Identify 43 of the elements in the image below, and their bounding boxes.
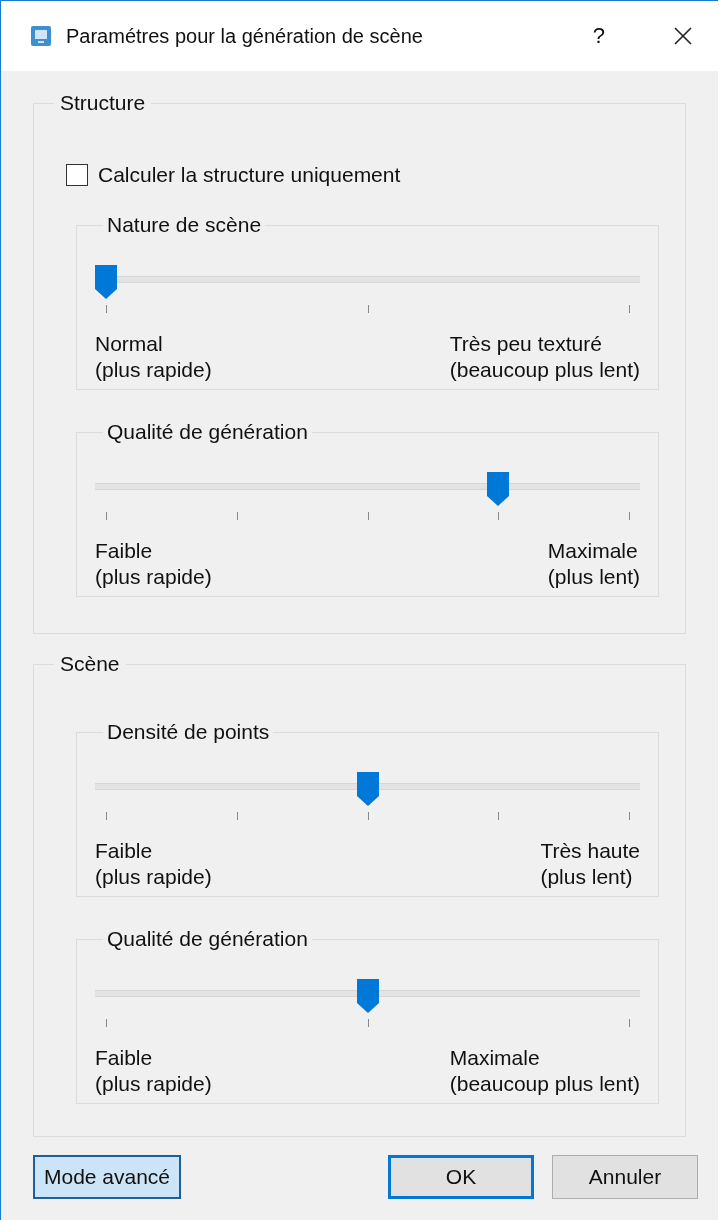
- tick-mark: [629, 812, 630, 820]
- tick-mark: [629, 1019, 630, 1027]
- slider-max-label: Maximale (plus lent): [547, 538, 640, 590]
- group-title: Structure: [59, 91, 147, 115]
- checkbox-label: Calculer la structure uniquement: [98, 163, 401, 187]
- slider-min-label: Faible (plus rapide): [95, 838, 212, 890]
- slider-min-label: Faible (plus rapide): [95, 1045, 212, 1097]
- slider-thumb[interactable]: [356, 979, 379, 1013]
- dialog-button[interactable]: Mode avancé: [33, 1155, 181, 1199]
- slider-max-label: Très haute (plus lent): [540, 838, 640, 890]
- help-button[interactable]: ?: [592, 23, 605, 49]
- slider-title: Densité de points: [106, 720, 271, 744]
- tick-mark: [367, 1019, 369, 1027]
- window-title: Paramétres pour la génération de scène: [66, 24, 424, 48]
- tick-mark: [236, 812, 238, 820]
- group-title: Scène: [59, 652, 121, 676]
- tick-mark: [367, 305, 369, 313]
- dialog-button[interactable]: OK: [388, 1155, 534, 1199]
- checkbox[interactable]: [66, 164, 88, 186]
- tick-mark: [367, 512, 369, 520]
- tick-mark: [367, 812, 369, 820]
- tick-mark: [106, 305, 107, 313]
- tick-mark: [236, 512, 238, 520]
- slider-thumb[interactable]: [95, 265, 117, 299]
- slider-max-label: Maximale (beaucoup plus lent): [449, 1045, 640, 1097]
- tick-mark: [498, 812, 500, 820]
- slider-thumb[interactable]: [356, 772, 379, 806]
- tick-mark: [106, 812, 107, 820]
- slider-min-label: Faible (plus rapide): [95, 538, 212, 590]
- tick-mark: [106, 1019, 107, 1027]
- app-icon: [30, 25, 52, 47]
- slider-title: Qualité de génération: [106, 927, 309, 951]
- close-icon[interactable]: [673, 26, 693, 46]
- slider-title: Nature de scène: [106, 213, 263, 237]
- slider-max-label: Très peu texturé (beaucoup plus lent): [449, 331, 640, 383]
- slider-title: Qualité de génération: [106, 420, 309, 444]
- slider-thumb[interactable]: [487, 472, 510, 506]
- tick-mark: [629, 305, 630, 313]
- slider-min-label: Normal (plus rapide): [95, 331, 212, 383]
- tick-mark: [498, 512, 500, 520]
- tick-mark: [629, 512, 630, 520]
- dialog-button[interactable]: Annuler: [552, 1155, 698, 1199]
- tick-mark: [106, 512, 107, 520]
